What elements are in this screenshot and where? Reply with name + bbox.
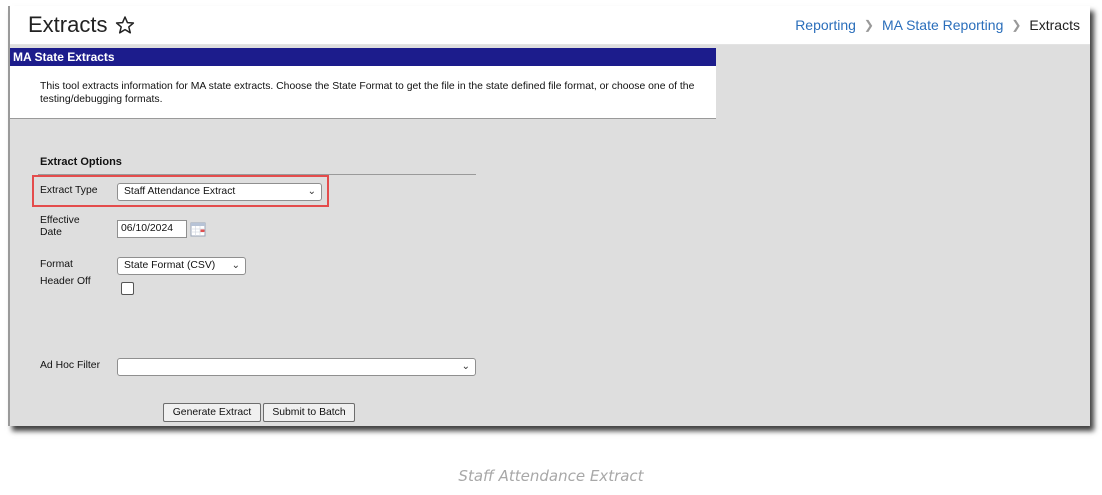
- breadcrumb: Reporting ❯ MA State Reporting ❯ Extract…: [795, 17, 1080, 33]
- format-label: Format: [40, 259, 73, 270]
- extract-type-select[interactable]: Staff Attendance Extract ⌄: [117, 183, 322, 201]
- effective-date-label-line1: Effective: [40, 215, 80, 226]
- ad-hoc-filter-select[interactable]: ⌄: [117, 358, 476, 376]
- generate-extract-button[interactable]: Generate Extract: [163, 403, 261, 422]
- tool-description: This tool extracts information for MA st…: [40, 81, 695, 105]
- app-window: Extracts Reporting ❯ MA State Reporting …: [8, 6, 1090, 426]
- top-bar: Extracts Reporting ❯ MA State Reporting …: [10, 6, 1090, 45]
- chevron-down-icon: ⌄: [231, 260, 240, 271]
- extract-options-heading: Extract Options: [40, 156, 122, 168]
- header-off-label: Header Off: [40, 276, 91, 287]
- section-header: MA State Extracts: [10, 48, 716, 66]
- page-title-group: Extracts: [28, 12, 135, 38]
- chevron-right-icon: ❯: [1011, 18, 1022, 32]
- breadcrumb-extracts: Extracts: [1029, 17, 1080, 33]
- ad-hoc-filter-label: Ad Hoc Filter: [40, 360, 101, 371]
- figure-caption: Staff Attendance Extract: [458, 467, 644, 485]
- breadcrumb-reporting[interactable]: Reporting: [795, 17, 856, 33]
- format-select[interactable]: State Format (CSV) ⌄: [117, 257, 246, 275]
- calendar-icon[interactable]: [190, 221, 206, 237]
- chevron-right-icon: ❯: [863, 18, 874, 32]
- effective-date-label-line2: Date: [40, 227, 62, 238]
- page-title: Extracts: [28, 12, 108, 37]
- star-icon[interactable]: [115, 15, 135, 35]
- effective-date-label: Effective Date: [40, 215, 80, 239]
- header-off-checkbox[interactable]: [121, 282, 134, 295]
- format-value: State Format (CSV): [124, 260, 216, 271]
- description-box: This tool extracts information for MA st…: [10, 66, 716, 119]
- breadcrumb-ma-state-reporting[interactable]: MA State Reporting: [882, 17, 1003, 33]
- chevron-down-icon: ⌄: [461, 361, 470, 372]
- extract-type-value: Staff Attendance Extract: [124, 186, 236, 197]
- extract-type-label: Extract Type: [40, 185, 98, 196]
- effective-date-input[interactable]: 06/10/2024: [117, 220, 187, 238]
- content-panel: MA State Extracts This tool extracts inf…: [10, 45, 1090, 426]
- chevron-down-icon: ⌄: [307, 186, 316, 197]
- submit-to-batch-button[interactable]: Submit to Batch: [263, 403, 355, 422]
